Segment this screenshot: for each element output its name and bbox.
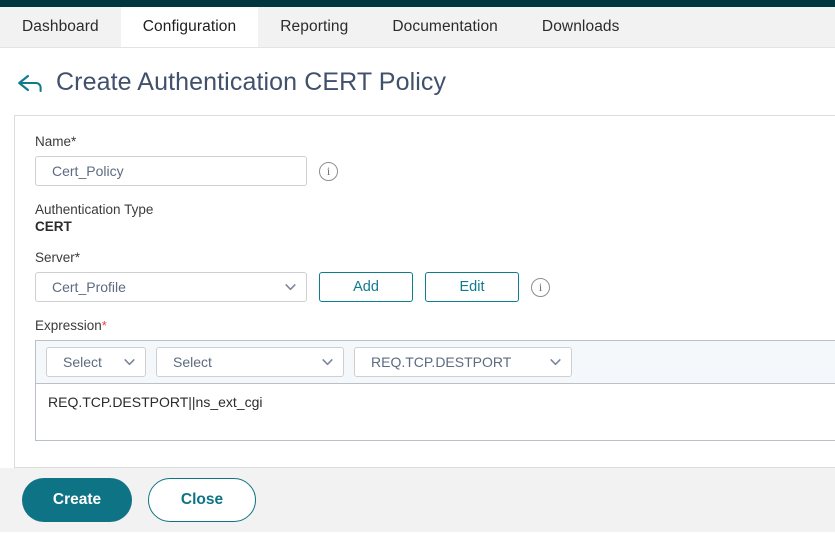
tab-label: Documentation — [392, 18, 498, 35]
auth-type-block: Authentication Type CERT — [35, 202, 835, 234]
expression-select-3-value: REQ.TCP.DESTPORT — [371, 354, 512, 370]
name-field-label: Name* — [35, 134, 77, 149]
expression-select-1-value: Select — [63, 354, 102, 370]
top-accent-bar — [0, 0, 835, 7]
main-nav-tabs: Dashboard Configuration Reporting Docume… — [0, 7, 835, 48]
auth-type-value: CERT — [35, 219, 72, 234]
page-title: Create Authentication CERT Policy — [56, 68, 447, 96]
tab-dashboard[interactable]: Dashboard — [0, 7, 121, 47]
add-server-button[interactable]: Add — [319, 272, 413, 302]
arrow-left-icon[interactable] — [16, 70, 42, 96]
tab-documentation[interactable]: Documentation — [370, 7, 520, 47]
tab-label: Configuration — [142, 18, 237, 35]
server-block: Server* Cert_Profile Add Edit i — [35, 250, 835, 302]
name-input[interactable] — [35, 156, 307, 186]
tab-label: Dashboard — [22, 18, 99, 35]
auth-type-label: Authentication Type — [35, 202, 154, 217]
expression-label-text: Expression — [35, 318, 102, 333]
chevron-down-icon — [321, 356, 334, 369]
tabbar-filler — [641, 7, 835, 47]
form-footer: Create Close — [0, 468, 835, 532]
required-marker: * — [101, 318, 107, 333]
server-select[interactable]: Cert_Profile — [35, 272, 307, 302]
chevron-down-icon — [123, 356, 136, 369]
expression-select-1[interactable]: Select — [46, 347, 146, 377]
expression-toolbar: Select Select REQ.TCP.DESTPORT — [35, 340, 835, 384]
server-field-label: Server* — [35, 250, 81, 265]
edit-server-button[interactable]: Edit — [425, 272, 519, 302]
expression-textarea[interactable] — [35, 384, 835, 441]
page-header: Create Authentication CERT Policy — [0, 48, 835, 115]
create-button[interactable]: Create — [22, 478, 132, 522]
tab-label: Downloads — [541, 18, 620, 35]
info-icon[interactable]: i — [531, 277, 550, 297]
tab-reporting[interactable]: Reporting — [258, 7, 371, 47]
server-field-row: Cert_Profile Add Edit i — [35, 272, 835, 302]
expression-block: Expression* Select Select REQ.TCP.DESTPO… — [35, 318, 835, 441]
info-icon[interactable]: i — [319, 161, 338, 181]
chevron-down-icon — [549, 356, 562, 369]
expression-select-2-value: Select — [173, 354, 212, 370]
name-field-row: i — [35, 156, 835, 186]
tab-downloads[interactable]: Downloads — [519, 7, 642, 47]
server-select-value: Cert_Profile — [52, 279, 126, 295]
expression-select-3[interactable]: REQ.TCP.DESTPORT — [354, 347, 572, 377]
tab-label: Reporting — [280, 18, 349, 35]
tab-configuration[interactable]: Configuration — [120, 7, 259, 47]
close-button[interactable]: Close — [148, 478, 256, 522]
chevron-down-icon — [284, 281, 297, 294]
policy-form-card: Name* i Authentication Type CERT Server*… — [14, 115, 835, 468]
expression-select-2[interactable]: Select — [156, 347, 344, 377]
expression-field-label: Expression* — [35, 318, 835, 333]
